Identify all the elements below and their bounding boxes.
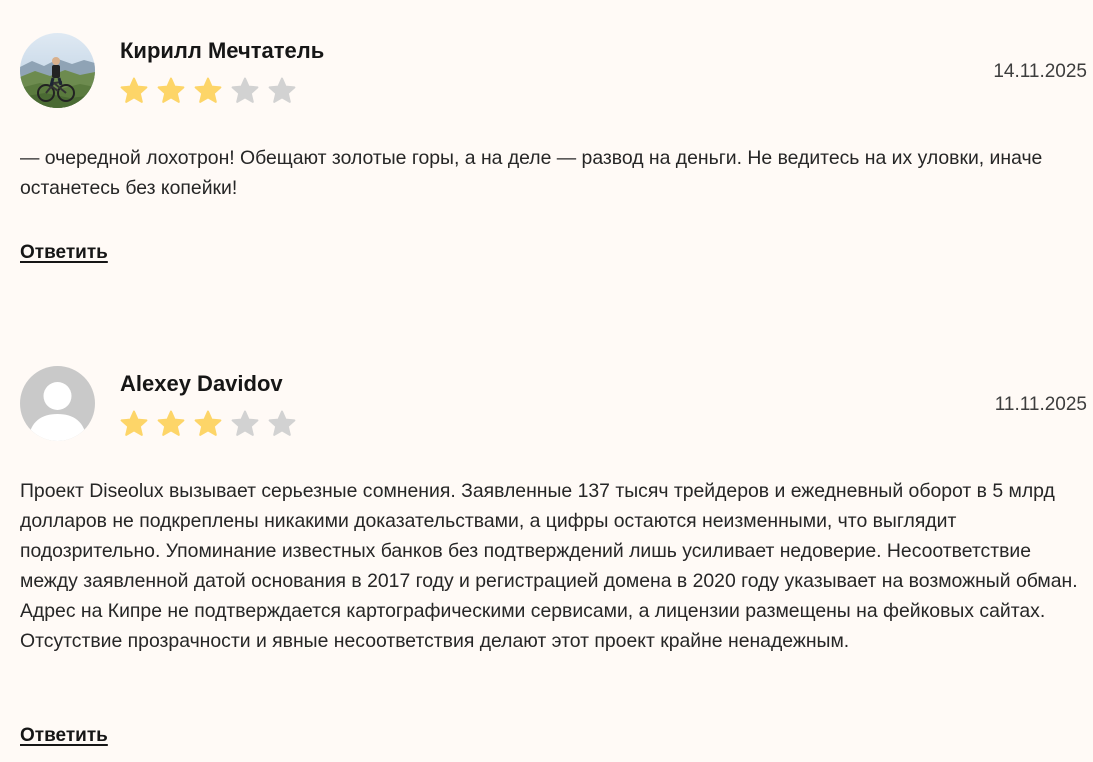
avatar xyxy=(20,33,95,108)
star-empty-icon xyxy=(231,410,259,436)
star-filled-icon xyxy=(157,77,185,103)
star-filled-icon xyxy=(157,410,185,436)
cyclist-photo-icon xyxy=(20,33,95,108)
star-filled-icon xyxy=(120,410,148,436)
star-empty-icon xyxy=(231,77,259,103)
review-text: Проект Diseolux вызывает серьезные сомне… xyxy=(20,480,1078,652)
star-empty-icon xyxy=(268,410,296,436)
star-filled-icon xyxy=(194,77,222,103)
review-text: — очередной лохотрон! Обещают золотые го… xyxy=(20,147,1043,199)
star-filled-icon xyxy=(194,410,222,436)
star-rating xyxy=(119,76,304,106)
star-empty-icon xyxy=(268,77,296,103)
author-name: Кирилл Мечтатель xyxy=(120,38,325,63)
reply-link[interactable]: Ответить xyxy=(20,242,108,264)
avatar xyxy=(20,366,95,441)
author-name: Alexey Davidov xyxy=(120,371,283,396)
star-rating xyxy=(119,409,304,439)
review-date: 11.11.2025 xyxy=(994,394,1087,415)
star-filled-icon xyxy=(120,77,148,103)
review-date: 14.11.2025 xyxy=(993,61,1087,82)
reply-link[interactable]: Ответить xyxy=(20,725,108,747)
default-user-icon xyxy=(20,366,95,441)
